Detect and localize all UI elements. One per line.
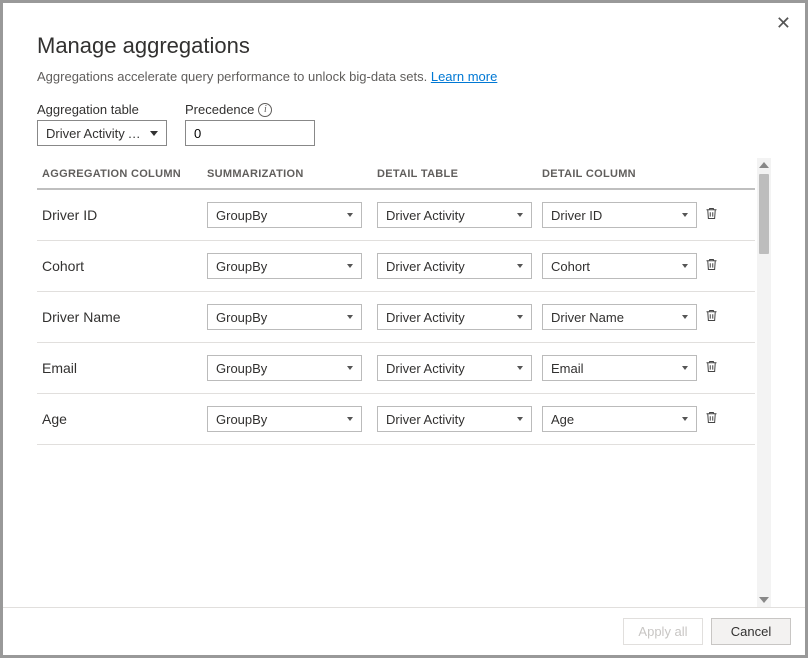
detail-column-select[interactable]: Driver ID (542, 202, 697, 228)
summarization-select-value: GroupBy (216, 259, 267, 274)
agg-table-label: Aggregation table (37, 102, 167, 117)
chevron-down-icon (682, 315, 688, 319)
summarization-select[interactable]: GroupBy (207, 202, 362, 228)
trash-icon[interactable] (702, 203, 720, 223)
chevron-down-icon (517, 366, 523, 370)
detail-column-select[interactable]: Age (542, 406, 697, 432)
table-row: Age GroupBy Driver Activity Age (37, 394, 755, 445)
chevron-down-icon (347, 417, 353, 421)
agg-table-select[interactable]: Driver Activity Agg (37, 120, 167, 146)
chevron-down-icon (347, 366, 353, 370)
agg-column-name: Cohort (42, 258, 207, 274)
chevron-down-icon (517, 264, 523, 268)
table-row: Email GroupBy Driver Activity Email (37, 343, 755, 394)
trash-icon[interactable] (702, 305, 720, 325)
agg-column-name: Driver ID (42, 207, 207, 223)
detail-table-select[interactable]: Driver Activity (377, 202, 532, 228)
manage-aggregations-dialog: ✕ Manage aggregations Aggregations accel… (0, 0, 808, 658)
precedence-label-text: Precedence (185, 102, 254, 117)
grid-scroll[interactable]: AGGREGATION COLUMN SUMMARIZATION DETAIL … (37, 158, 755, 607)
dialog-title: Manage aggregations (37, 33, 771, 59)
summarization-select[interactable]: GroupBy (207, 355, 362, 381)
chevron-down-icon (347, 315, 353, 319)
scroll-up-icon[interactable] (759, 162, 769, 168)
chevron-down-icon (347, 264, 353, 268)
chevron-down-icon (347, 213, 353, 217)
chevron-down-icon (517, 213, 523, 217)
grid-rows: Driver IDGroupByDriver ActivityDriver ID… (37, 190, 755, 445)
detail-table-select[interactable]: Driver Activity (377, 253, 532, 279)
precedence-field: Precedence i (185, 102, 315, 146)
detail-table-select-value: Driver Activity (386, 259, 465, 274)
header-agg-column: AGGREGATION COLUMN (42, 168, 207, 180)
chevron-down-icon (682, 213, 688, 217)
agg-column-name: Driver Name (42, 309, 207, 325)
summarization-select[interactable]: GroupBy (207, 304, 362, 330)
scrollbar[interactable] (757, 158, 771, 607)
detail-table-select-value: Driver Activity (386, 361, 465, 376)
summarization-select[interactable]: GroupBy (207, 406, 362, 432)
dialog-subtitle: Aggregations accelerate query performanc… (37, 69, 771, 84)
header-summarization: SUMMARIZATION (207, 168, 377, 180)
detail-column-select-value: Email (551, 361, 584, 376)
trash-icon[interactable] (702, 356, 720, 376)
detail-table-select[interactable]: Driver Activity (377, 304, 532, 330)
apply-all-button[interactable]: Apply all (623, 618, 703, 645)
trash-icon[interactable] (702, 254, 720, 274)
trash-icon[interactable] (702, 407, 720, 427)
detail-table-select-value: Driver Activity (386, 208, 465, 223)
summarization-select-value: GroupBy (216, 361, 267, 376)
chevron-down-icon (682, 264, 688, 268)
detail-column-select-value: Driver Name (551, 310, 624, 325)
chevron-down-icon (517, 417, 523, 421)
summarization-select-value: GroupBy (216, 208, 267, 223)
precedence-label: Precedence i (185, 102, 315, 117)
detail-column-select-value: Cohort (551, 259, 590, 274)
learn-more-link[interactable]: Learn more (431, 69, 497, 84)
detail-table-select[interactable]: Driver Activity (377, 355, 532, 381)
subtitle-text: Aggregations accelerate query performanc… (37, 69, 431, 84)
header-detail-column: DETAIL COLUMN (542, 168, 702, 180)
detail-column-select-value: Age (551, 412, 574, 427)
scroll-down-icon[interactable] (759, 597, 769, 603)
detail-table-select-value: Driver Activity (386, 310, 465, 325)
scroll-thumb[interactable] (759, 174, 769, 254)
grid-header: AGGREGATION COLUMN SUMMARIZATION DETAIL … (37, 158, 755, 190)
table-row: Driver Name GroupBy Driver Activity Driver … (37, 292, 755, 343)
agg-table-value: Driver Activity Agg (46, 126, 144, 141)
dialog-footer: Apply all Cancel (3, 607, 805, 655)
header-actions (702, 168, 732, 180)
agg-column-name: Age (42, 411, 207, 427)
precedence-input-wrapper (185, 120, 315, 146)
summarization-select-value: GroupBy (216, 310, 267, 325)
detail-table-select-value: Driver Activity (386, 412, 465, 427)
detail-column-select[interactable]: Driver Name (542, 304, 697, 330)
table-row: Cohort GroupBy Driver Activity Cohort (37, 241, 755, 292)
aggregations-grid: AGGREGATION COLUMN SUMMARIZATION DETAIL … (37, 158, 771, 607)
info-icon[interactable]: i (258, 103, 272, 117)
detail-column-select[interactable]: Cohort (542, 253, 697, 279)
precedence-input[interactable] (194, 126, 306, 141)
detail-table-select[interactable]: Driver Activity (377, 406, 532, 432)
header-detail-table: DETAIL TABLE (377, 168, 542, 180)
summarization-select[interactable]: GroupBy (207, 253, 362, 279)
chevron-down-icon (517, 315, 523, 319)
close-icon[interactable]: ✕ (776, 13, 791, 34)
detail-column-select[interactable]: Email (542, 355, 697, 381)
dialog-content: Manage aggregations Aggregations acceler… (3, 3, 805, 607)
agg-column-name: Email (42, 360, 207, 376)
detail-column-select-value: Driver ID (551, 208, 602, 223)
agg-table-field: Aggregation table Driver Activity Agg (37, 102, 167, 146)
chevron-down-icon (682, 417, 688, 421)
chevron-down-icon (682, 366, 688, 370)
cancel-button[interactable]: Cancel (711, 618, 791, 645)
chevron-down-icon (150, 131, 158, 136)
top-fields: Aggregation table Driver Activity Agg Pr… (37, 102, 771, 146)
summarization-select-value: GroupBy (216, 412, 267, 427)
table-row: Driver ID GroupBy Driver Activity Driver ID (37, 190, 755, 241)
